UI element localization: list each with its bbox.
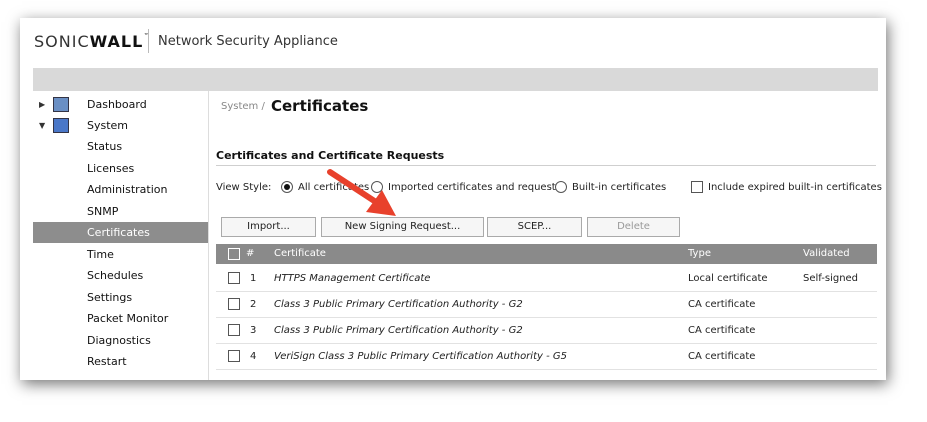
row-number: 1: [250, 273, 257, 284]
sidebar-item-status[interactable]: Status: [33, 136, 208, 157]
sidebar-item-administration[interactable]: Administration: [33, 179, 208, 200]
certificate-name[interactable]: Class 3 Public Primary Certification Aut…: [274, 299, 523, 310]
sidebar-item-label: Licenses: [87, 162, 135, 175]
dashboard-icon: [53, 97, 69, 112]
top-nav-bar: [33, 68, 878, 91]
row-number: 4: [250, 351, 257, 362]
row-checkbox[interactable]: [228, 324, 240, 336]
sidebar: ▶ Dashboard ▼ System Status Licenses Adm…: [33, 91, 209, 380]
radio-builtin-certificates[interactable]: [555, 181, 567, 193]
expand-caret-icon[interactable]: ▶: [39, 94, 45, 115]
sidebar-item-system[interactable]: ▼ System: [33, 115, 208, 136]
sidebar-item-snmp[interactable]: SNMP: [33, 201, 208, 222]
sidebar-item-label: Status: [87, 140, 123, 153]
header-divider: [148, 29, 149, 53]
column-header-validated[interactable]: Validated: [803, 248, 850, 259]
sidebar-item-label: Certificates: [87, 226, 150, 239]
sidebar-item-label: Restart: [87, 355, 127, 368]
sidebar-item-time[interactable]: Time: [33, 244, 208, 265]
sidebar-item-label: Schedules: [87, 269, 144, 282]
radio-imported-certificates[interactable]: [371, 181, 383, 193]
certificate-name[interactable]: Class 3 Public Primary Certification Aut…: [274, 325, 523, 336]
sidebar-item-label: SNMP: [87, 205, 119, 218]
sidebar-item-restart[interactable]: Restart: [33, 351, 208, 372]
monitor-icon: [53, 118, 69, 133]
certificate-type: CA certificate: [688, 351, 756, 362]
new-signing-request-button[interactable]: New Signing Request...: [321, 217, 484, 237]
radio-label-all: All certificates: [298, 182, 370, 193]
row-number: 2: [250, 299, 257, 310]
collapse-caret-icon[interactable]: ▼: [39, 115, 45, 136]
sidebar-item-schedules[interactable]: Schedules: [33, 265, 208, 286]
column-header-certificate[interactable]: Certificate: [274, 248, 326, 259]
page-title: Certificates: [271, 97, 369, 115]
app-window: SONICWALL™ Network Security Appliance ▶ …: [20, 18, 886, 380]
sidebar-item-packet-monitor[interactable]: Packet Monitor: [33, 308, 208, 329]
table-row[interactable]: 3 Class 3 Public Primary Certification A…: [216, 317, 877, 344]
row-checkbox[interactable]: [228, 272, 240, 284]
view-style-label: View Style:: [216, 182, 272, 193]
certificate-type: CA certificate: [688, 299, 756, 310]
radio-all-certificates[interactable]: [281, 181, 293, 193]
row-checkbox[interactable]: [228, 298, 240, 310]
table-row[interactable]: 2 Class 3 Public Primary Certification A…: [216, 291, 877, 318]
main-content: System / Certificates Certificates and C…: [209, 91, 886, 380]
radio-label-builtin: Built-in certificates: [572, 182, 667, 193]
column-header-type[interactable]: Type: [688, 248, 711, 259]
column-header-number: #: [246, 248, 255, 259]
sidebar-item-label: System: [87, 119, 129, 132]
delete-button[interactable]: Delete: [587, 217, 680, 237]
certificate-name[interactable]: VeriSign Class 3 Public Primary Certific…: [274, 351, 567, 362]
row-number: 3: [250, 325, 257, 336]
section-title: Certificates and Certificate Requests: [216, 149, 445, 162]
row-checkbox[interactable]: [228, 350, 240, 362]
sidebar-item-dashboard[interactable]: ▶ Dashboard: [33, 94, 208, 115]
header: SONICWALL™ Network Security Appliance: [20, 18, 886, 68]
certificate-type: CA certificate: [688, 325, 756, 336]
certificate-name[interactable]: HTTPS Management Certificate: [274, 273, 430, 284]
sidebar-item-label: Dashboard: [87, 98, 147, 111]
sidebar-item-label: Administration: [87, 183, 168, 196]
sidebar-item-certificates[interactable]: Certificates: [33, 222, 208, 243]
radio-label-imported: Imported certificates and requests: [388, 182, 561, 193]
include-expired-label: Include expired built-in certificates: [708, 182, 882, 193]
select-all-checkbox[interactable]: [228, 248, 240, 260]
sidebar-item-label: Diagnostics: [87, 334, 151, 347]
sonicwall-logo: SONICWALL™: [34, 32, 150, 51]
sidebar-item-label: Settings: [87, 291, 133, 304]
table-row[interactable]: 4 VeriSign Class 3 Public Primary Certif…: [216, 343, 877, 370]
product-name: Network Security Appliance: [158, 34, 338, 49]
scep-button[interactable]: SCEP...: [487, 217, 582, 237]
import-button[interactable]: Import...: [221, 217, 316, 237]
sidebar-item-label: Time: [87, 248, 114, 261]
breadcrumb[interactable]: System /: [221, 101, 265, 112]
certificate-type: Local certificate: [688, 273, 768, 284]
sidebar-item-label: Packet Monitor: [87, 312, 169, 325]
section-divider: [216, 165, 876, 166]
include-expired-checkbox[interactable]: [691, 181, 703, 193]
sidebar-item-licenses[interactable]: Licenses: [33, 158, 208, 179]
table-row[interactable]: 1 HTTPS Management Certificate Local cer…: [216, 265, 877, 292]
sidebar-item-diagnostics[interactable]: Diagnostics: [33, 330, 208, 351]
table-header: # Certificate Type Validated: [216, 244, 877, 264]
certificate-validated: Self-signed: [803, 273, 859, 284]
sidebar-item-settings[interactable]: Settings: [33, 287, 208, 308]
